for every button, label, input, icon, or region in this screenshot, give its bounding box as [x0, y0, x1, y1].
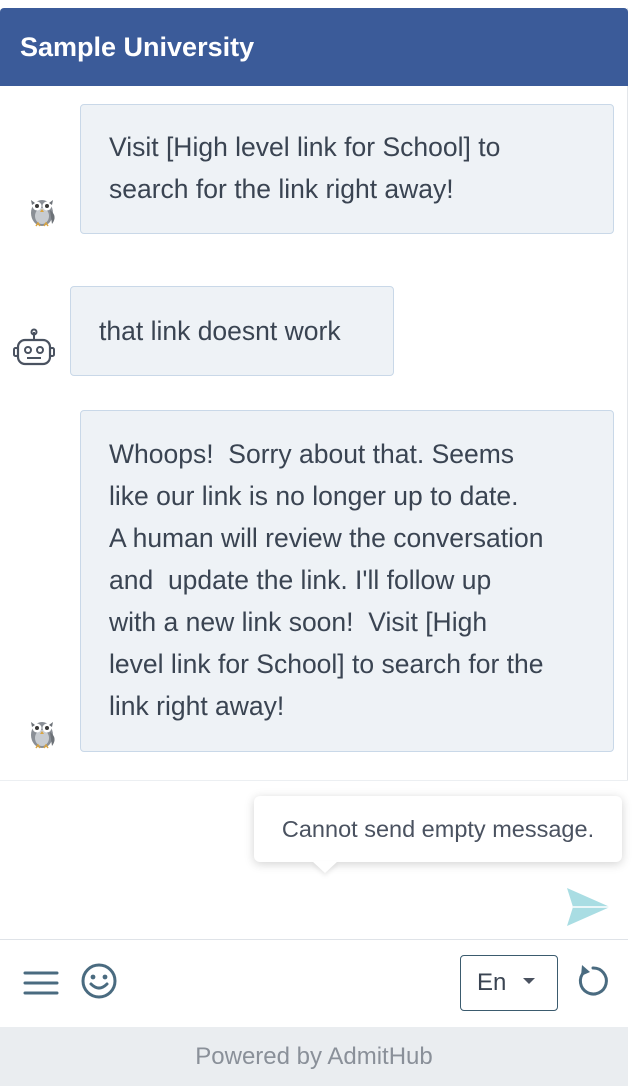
- footer-text: Powered by AdmitHub: [195, 1042, 433, 1070]
- smiley-face-icon: [81, 963, 117, 999]
- message-composer: Cannot send empty message.: [0, 780, 628, 940]
- owl-icon: [22, 190, 62, 230]
- owl-icon: [22, 712, 62, 752]
- message-bubble: that link doesnt work: [70, 286, 394, 376]
- header-title: Sample University: [20, 31, 255, 62]
- chat-header: Sample University: [0, 8, 628, 86]
- send-icon: [567, 888, 610, 926]
- send-button[interactable]: [564, 885, 612, 929]
- chevron-down-icon: [523, 978, 535, 984]
- message-text: Whoops! Sorry about that. Seems like our…: [109, 439, 544, 721]
- message-bubble: Visit [High level link for School] to se…: [80, 104, 614, 234]
- message-user: that link doesnt work: [0, 276, 628, 376]
- tooltip-arrow: [312, 861, 338, 873]
- refresh-icon: [578, 965, 608, 996]
- emoji-button[interactable]: [80, 962, 118, 1000]
- message-bot: Visit [High level link for School] to se…: [0, 86, 628, 236]
- language-select[interactable]: En: [460, 955, 558, 1011]
- message-text: Visit [High level link for School] to se…: [109, 132, 501, 204]
- chat-toolbar: En: [0, 939, 628, 1027]
- message-bubble: Whoops! Sorry about that. Seems like our…: [80, 410, 614, 752]
- message-bot: Whoops! Sorry about that. Seems like our…: [0, 410, 628, 760]
- language-value: En: [477, 969, 507, 996]
- chat-window: Sample University Visit [High level link…: [0, 8, 628, 1086]
- menu-button[interactable]: [22, 964, 60, 1002]
- message-text: that link doesnt work: [99, 316, 341, 346]
- message-list[interactable]: Visit [High level link for School] to se…: [0, 86, 628, 780]
- powered-by-footer: Powered by AdmitHub: [0, 1027, 628, 1086]
- robot-icon: [12, 328, 56, 372]
- hamburger-menu-icon: [23, 971, 59, 995]
- refresh-button[interactable]: [574, 962, 612, 1000]
- empty-message-tooltip: Cannot send empty message.: [254, 796, 622, 862]
